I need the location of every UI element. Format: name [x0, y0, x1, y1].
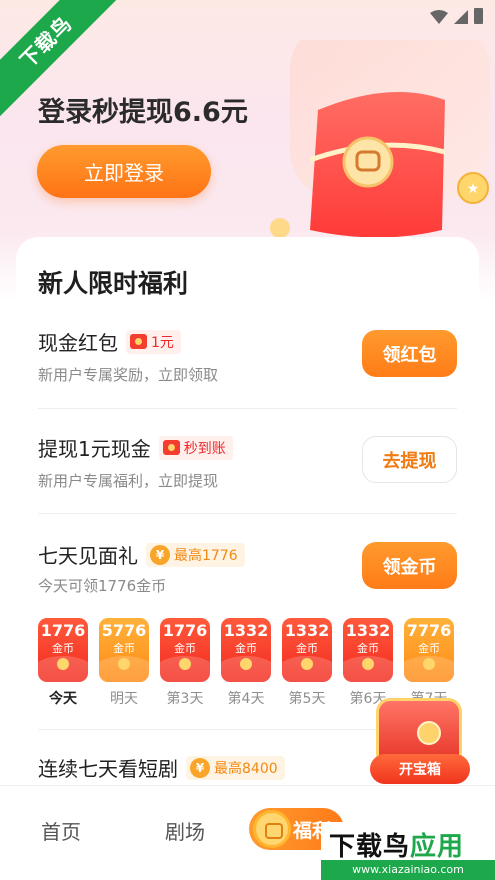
day-label: 第4天 [227, 691, 265, 707]
red-envelope-icon: 1776 金币 [38, 618, 88, 682]
reward-amount: 1776 [162, 621, 208, 640]
task-title: 七天见面礼 [38, 544, 138, 568]
day-reward-6[interactable]: 1332 金币 第6天 [343, 618, 393, 708]
section-title: 新人限时福利 [38, 269, 189, 298]
day-reward-1[interactable]: 1776 金币 今天 [38, 618, 88, 708]
brand-watermark: 下载鸟应用 www.xiazainiao.com [321, 822, 495, 880]
task-subtitle: 今天可领1776金币 [38, 577, 167, 595]
day-label: 第3天 [166, 691, 204, 707]
task-cash-redpacket: 现金红包 1元 [38, 327, 181, 356]
day-reward-2[interactable]: 5776 金币 明天 [99, 618, 149, 708]
reward-amount: 1332 [345, 621, 391, 640]
reward-amount: 1332 [223, 621, 269, 640]
task-tag-text: 最高1776 [174, 547, 238, 564]
task-tag: ¥ 最高1776 [146, 542, 245, 567]
reward-unit: 金币 [174, 642, 196, 655]
coin-icon: ¥ [190, 757, 210, 778]
reward-amount: 5776 [101, 621, 147, 640]
reward-unit: 金币 [357, 642, 379, 655]
reward-amount: 7776 [406, 621, 452, 640]
login-button[interactable]: 立即登录 [37, 145, 211, 198]
task-tag-text: 秒到账 [183, 440, 226, 457]
day-reward-5[interactable]: 1332 金币 第5天 [282, 618, 332, 708]
claim-redpacket-button[interactable]: 领红包 [362, 330, 457, 377]
treasure-chest-icon [376, 698, 462, 762]
welfare-page: 下载鸟 ★ 登录秒提现6.6元 立即登录 新人限时福利 现金红包 1元 新用户专… [0, 0, 495, 880]
welfare-tab-icon [253, 810, 291, 848]
lock-icon [417, 721, 441, 745]
task-withdraw: 提现1元现金 秒到账 [38, 433, 233, 462]
wifi-icon [430, 10, 448, 24]
brand-name: 下载鸟应用 [329, 826, 464, 863]
task-title: 提现1元现金 [38, 437, 151, 461]
divider [38, 513, 457, 514]
task-title: 连续七天看短剧 [38, 757, 178, 781]
reward-amount: 1776 [40, 621, 86, 640]
task-tag: 1元 [126, 329, 181, 354]
task-title: 现金红包 [38, 331, 118, 355]
status-bar [430, 8, 483, 24]
gold-envelope-icon: 5776 金币 [99, 618, 149, 682]
day-label: 第5天 [288, 691, 326, 707]
divider [38, 408, 457, 409]
daily-reward-row: 1776 金币 今天 5776 金币 明天 1776 金币 第3天 1332 金… [38, 618, 458, 708]
tab-home[interactable]: 首页 [41, 816, 81, 845]
reward-unit: 金币 [418, 642, 440, 655]
day-label: 明天 [110, 691, 138, 707]
brand-url: www.xiazainiao.com [321, 860, 495, 880]
day-label: 今天 [49, 691, 77, 707]
reward-unit: 金币 [113, 642, 135, 655]
open-chest-button[interactable]: 开宝箱 [370, 754, 470, 784]
task-tag-text: 最高8400 [214, 760, 278, 777]
task-subtitle: 新用户专属奖励，立即领取 [38, 366, 219, 384]
reward-unit: 金币 [52, 642, 74, 655]
red-envelope-icon: 1776 金币 [160, 618, 210, 682]
red-envelope-icon: 1332 金币 [282, 618, 332, 682]
red-envelope-icon: 1332 金币 [221, 618, 271, 682]
gold-envelope-icon: 7776 金币 [404, 618, 454, 682]
task-seven-day-gift: 七天见面礼 ¥ 最高1776 [38, 540, 245, 569]
task-tag-text: 1元 [151, 334, 174, 351]
reward-unit: 金币 [235, 642, 257, 655]
battery-icon [474, 8, 483, 24]
coin-icon: ¥ [150, 544, 170, 565]
task-subtitle: 新用户专属福利，立即提现 [38, 472, 219, 490]
day-reward-4[interactable]: 1332 金币 第4天 [221, 618, 271, 708]
reward-unit: 金币 [296, 642, 318, 655]
day-reward-7[interactable]: 7776 金币 第7天 [404, 618, 454, 708]
task-tag: 秒到账 [158, 435, 233, 460]
brand-name-green: 应用 [410, 832, 465, 862]
reward-amount: 1332 [284, 621, 330, 640]
hero-title: 登录秒提现6.6元 [38, 97, 248, 128]
day-reward-3[interactable]: 1776 金币 第3天 [160, 618, 210, 708]
treasure-chest-widget[interactable]: 开宝箱 [370, 698, 470, 788]
red-envelope-icon: 1332 金币 [343, 618, 393, 682]
red-packet-icon [162, 440, 180, 455]
withdraw-button[interactable]: 去提现 [362, 436, 457, 483]
signal-icon [454, 10, 468, 24]
red-packet-icon [130, 334, 147, 349]
task-watch-drama: 连续七天看短剧 ¥ 最高8400 [38, 753, 285, 782]
svg-text:★: ★ [467, 181, 480, 197]
claim-coins-button[interactable]: 领金币 [362, 542, 457, 589]
red-envelope-illustration: ★ [270, 40, 490, 238]
brand-name-black: 下载鸟 [329, 832, 411, 862]
tab-theater[interactable]: 剧场 [165, 816, 205, 845]
task-tag: ¥ 最高8400 [186, 755, 285, 780]
